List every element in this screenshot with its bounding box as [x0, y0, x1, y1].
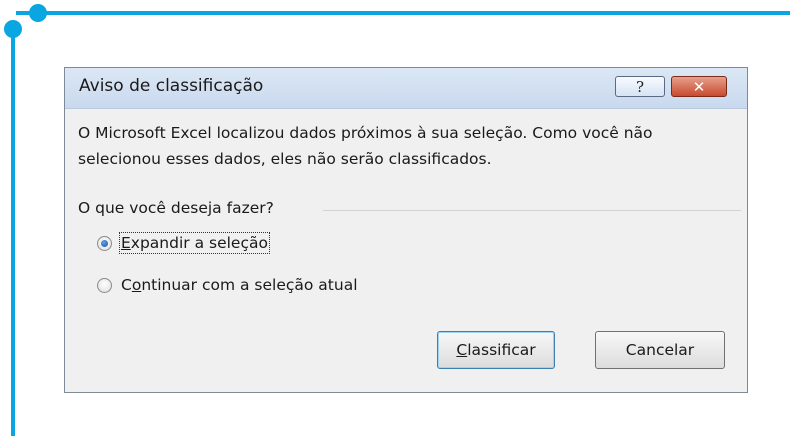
frame-left-line — [11, 27, 15, 436]
cancel-button[interactable]: Cancelar — [595, 331, 725, 369]
question-label: O que você deseja fazer? — [78, 199, 282, 217]
option-continue-label[interactable]: Continuar com a seleção atual — [121, 276, 358, 294]
option-expand-selection[interactable]: Expandir a seleção — [97, 231, 270, 255]
close-button[interactable]: ✕ — [671, 76, 727, 97]
help-icon: ? — [635, 77, 645, 96]
frame-dot-left — [4, 20, 22, 38]
radio-continue-current-selection[interactable] — [97, 277, 112, 293]
radio-expand-selection[interactable] — [97, 235, 112, 251]
close-icon: ✕ — [692, 77, 706, 96]
frame-top-line — [16, 11, 790, 15]
sort-warning-dialog: Aviso de classificação ? ✕ O Microsoft E… — [64, 67, 748, 393]
dialog-title: Aviso de classificação — [79, 76, 264, 96]
option-expand-label[interactable]: Expandir a seleção — [119, 232, 270, 254]
help-button[interactable]: ? — [615, 76, 665, 97]
frame-dot-top — [29, 4, 47, 22]
question-group: O que você deseja fazer? — [78, 199, 741, 221]
dialog-message: O Microsoft Excel localizou dados próxim… — [78, 124, 653, 168]
dialog-titlebar[interactable]: Aviso de classificação ? ✕ — [65, 68, 747, 109]
option-continue-current-selection[interactable]: Continuar com a seleção atual — [97, 273, 358, 297]
group-divider — [323, 210, 741, 211]
classify-button[interactable]: Classificar — [437, 331, 555, 369]
